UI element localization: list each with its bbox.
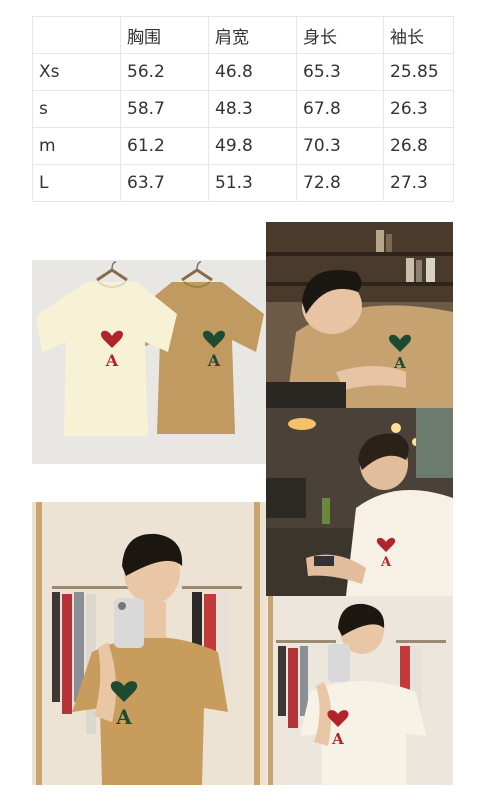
- header-cell-sleeve: 袖长: [383, 16, 454, 54]
- table-cell: 49.8: [208, 127, 297, 165]
- model-mirror-cream-photo[interactable]: A: [266, 596, 453, 785]
- svg-text:A: A: [380, 555, 392, 570]
- size-label-cell: Xs: [32, 53, 121, 91]
- model-reclining-photo[interactable]: A: [266, 222, 453, 408]
- table-header-row: 胸围 肩宽 身长 袖长: [32, 16, 454, 54]
- model-cafe-photo[interactable]: A: [266, 408, 453, 596]
- product-photo-two-shirts[interactable]: A A: [32, 222, 266, 502]
- header-cell-shoulder: 肩宽: [208, 16, 297, 54]
- table-row: s 58.7 48.3 67.8 26.3: [32, 90, 454, 128]
- table-cell: 51.3: [208, 164, 297, 202]
- svg-text:A: A: [331, 730, 344, 748]
- table-cell: 67.8: [296, 90, 384, 128]
- table-cell: 56.2: [120, 53, 209, 91]
- table-cell: 46.8: [208, 53, 297, 91]
- table-row: m 61.2 49.8 70.3 26.8: [32, 127, 454, 165]
- table-cell: 65.3: [296, 53, 384, 91]
- table-cell: 48.3: [208, 90, 297, 128]
- svg-text:A: A: [207, 351, 221, 370]
- size-chart-table: 胸围 肩宽 身长 袖长 Xs 56.2 46.8 65.3 25.85 s 58…: [32, 16, 454, 202]
- header-cell-length: 身长: [296, 16, 384, 54]
- table-row: L 63.7 51.3 72.8 27.3: [32, 164, 454, 202]
- size-label-cell: s: [32, 90, 121, 128]
- svg-text:A: A: [105, 351, 119, 370]
- table-cell: 72.8: [296, 164, 384, 202]
- table-cell: 63.7: [120, 164, 209, 202]
- table-cell: 27.3: [383, 164, 454, 202]
- svg-text:A: A: [393, 354, 406, 372]
- table-cell: 26.8: [383, 127, 454, 165]
- size-label-cell: m: [32, 127, 121, 165]
- model-mirror-tan-photo[interactable]: A: [32, 502, 266, 785]
- table-cell: 25.85: [383, 53, 454, 91]
- table-cell: 61.2: [120, 127, 209, 165]
- table-cell: 58.7: [120, 90, 209, 128]
- table-cell: 70.3: [296, 127, 384, 165]
- table-row: Xs 56.2 46.8 65.3 25.85: [32, 53, 454, 91]
- size-label-cell: L: [32, 164, 121, 202]
- header-cell-size: [32, 16, 121, 54]
- svg-text:A: A: [115, 705, 132, 729]
- header-cell-chest: 胸围: [120, 16, 209, 54]
- table-cell: 26.3: [383, 90, 454, 128]
